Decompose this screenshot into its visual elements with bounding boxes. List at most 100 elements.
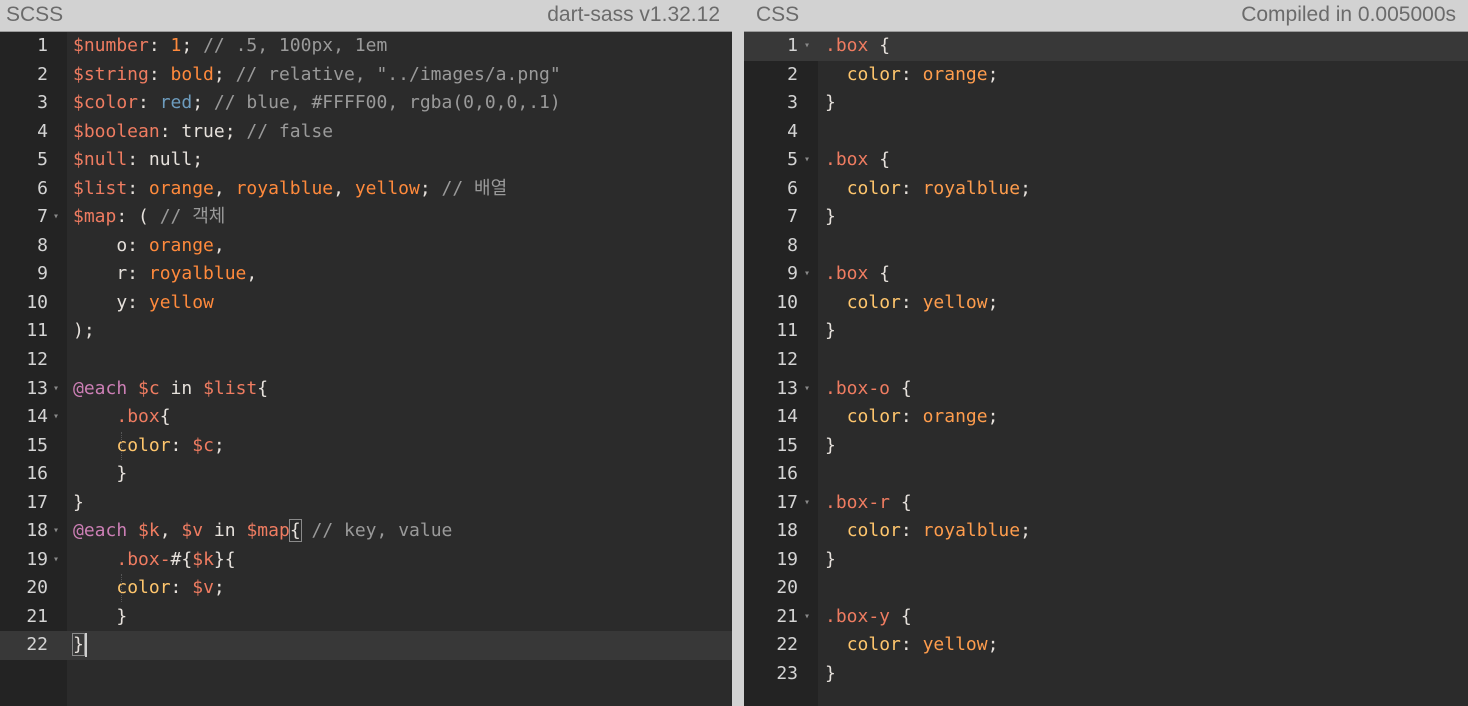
line-code: } [825,432,836,461]
code-line[interactable]: 13 ▾ .box-o { [744,375,1468,404]
code-token: orange [922,63,988,85]
code-token: } [825,434,836,456]
line-code: .box { [825,260,890,289]
code-line[interactable]: 22} [0,631,732,661]
code-token: // false [246,120,334,142]
fold-arrow-icon[interactable]: ▾ [804,32,810,61]
code-line[interactable]: 1 $number: 1; // .5, 100px, 1em [0,32,732,61]
code-token: , [333,177,355,199]
code-token: ; [1020,520,1031,542]
code-line[interactable]: 12 [0,346,732,375]
code-token: ; [987,63,999,85]
code-line[interactable]: 16 } [0,460,732,489]
code-line[interactable]: 18 ▾ @each $k, $v in $map{ // key, value [0,517,732,546]
code-line[interactable]: 6 color: royalblue; [744,175,1468,204]
code-line[interactable]: 23} [744,660,1468,689]
code-line[interactable]: 10 y: yellow [0,289,732,318]
fold-arrow-icon[interactable]: ▾ [804,146,810,175]
css-code-lines[interactable]: 1 ▾ .box { 2 color: orange; 3} 4 5 ▾ .box {6 col… [744,32,1468,689]
code-line[interactable]: 17 ▾ .box-r { [744,489,1468,518]
code-token: 1 [170,35,182,56]
code-line[interactable]: 19} [744,546,1468,575]
code-line[interactable]: 1 ▾ .box { [744,32,1468,61]
code-token: // blue, #FFFF00, rgba(0,0,0,.1) [213,92,561,114]
pane-splitter[interactable] [732,0,744,706]
line-number: 1 [787,35,798,56]
line-number: 12 [776,349,798,371]
code-line[interactable]: 7} [744,203,1468,232]
code-line[interactable]: 11} [744,317,1468,346]
code-line[interactable]: 7 ▾ $map: ( // 객체 [0,203,732,232]
code-line[interactable]: 14 ▾ .box{ [0,403,732,432]
code-token: color [846,406,901,428]
fold-arrow-icon[interactable]: ▾ [804,489,810,518]
code-line[interactable]: 22 color: yellow; [744,631,1468,660]
line-number: 21 [776,605,798,627]
fold-arrow-icon[interactable]: ▾ [53,403,59,432]
fold-arrow-icon[interactable]: ▾ [804,603,810,632]
code-line[interactable]: 5 $null: null; [0,146,732,175]
code-line[interactable]: 3 $color: red; // blue, #FFFF00, rgba(0,0… [0,89,732,118]
code-line[interactable]: 21 ▾ .box-y { [744,603,1468,632]
code-line[interactable]: 4 $boolean: true; // false [0,118,732,147]
code-line[interactable]: 19 ▾ .box-#{$k}{ [0,546,732,575]
fold-arrow-icon[interactable]: ▾ [53,203,59,232]
fold-arrow-icon[interactable]: ▾ [53,546,59,575]
line-number: 11 [26,320,48,342]
line-number: 10 [26,291,48,313]
code-line[interactable]: 12 [744,346,1468,375]
code-line[interactable]: 11); [0,317,732,346]
fold-arrow-icon[interactable]: ▾ [53,517,59,546]
indent-guide [121,574,122,603]
line-code: color: royalblue; [825,517,1031,546]
code-token: yellow [922,634,988,656]
line-number: 13 [776,377,798,399]
line-number: 10 [776,291,798,313]
code-line[interactable]: 20 [744,574,1468,603]
code-line[interactable]: 17} [0,489,732,518]
code-token: ; [181,35,204,56]
code-line[interactable]: 2 color: orange; [744,61,1468,90]
scss-code-lines[interactable]: 1 $number: 1; // .5, 100px, 1em 2 $string: … [0,32,732,661]
code-line[interactable]: 2 $string: bold; // relative, "../images/… [0,61,732,90]
code-line[interactable]: 8 [744,232,1468,261]
code-line[interactable]: 20 color: $v; [0,574,732,603]
fold-arrow-icon[interactable]: ▾ [53,375,59,404]
code-token: orange [148,177,214,199]
line-number: 9 [37,263,48,285]
code-line[interactable]: 13 ▾ @each $c in $list{ [0,375,732,404]
code-line[interactable]: 6 $list: orange, royalblue, yellow; // 배열 [0,175,732,204]
code-line[interactable]: 4 [744,118,1468,147]
scss-editor[interactable]: 1 $number: 1; // .5, 100px, 1em 2 $string: … [0,32,732,706]
code-line[interactable]: 3} [744,89,1468,118]
code-line[interactable]: 10 color: yellow; [744,289,1468,318]
css-editor[interactable]: 1 ▾ .box { 2 color: orange; 3} 4 5 ▾ .box {6 col… [744,32,1468,706]
code-token: $v [192,577,214,599]
code-line[interactable]: 8 o: orange, [0,232,732,261]
line-code: } [825,546,836,575]
fold-arrow-icon[interactable]: ▾ [804,375,810,404]
code-line[interactable]: 9 r: royalblue, [0,260,732,289]
code-token: yellow [148,291,214,313]
code-line[interactable]: 21 } [0,603,732,632]
line-number: 5 [37,149,48,171]
line-code: color: yellow; [825,631,999,660]
fold-arrow-icon[interactable]: ▾ [804,260,810,289]
code-token: orange [148,234,214,256]
line-number: 7 [787,206,798,228]
compiler-version[interactable]: dart-sass v1.32.12 [547,0,720,29]
code-line[interactable]: 14 color: orange; [744,403,1468,432]
code-token: : [900,406,923,428]
code-line[interactable]: 9 ▾ .box { [744,260,1468,289]
line-number: 18 [776,520,798,542]
code-line[interactable]: 16 [744,460,1468,489]
line-code: } [73,603,127,632]
code-line[interactable]: 18 color: royalblue; [744,517,1468,546]
scss-title: SCSS [6,3,64,26]
code-line[interactable]: 15} [744,432,1468,461]
code-line[interactable]: 15 color: $c; [0,431,732,461]
code-token: , [246,263,258,285]
code-line[interactable]: 5 ▾ .box { [744,146,1468,175]
